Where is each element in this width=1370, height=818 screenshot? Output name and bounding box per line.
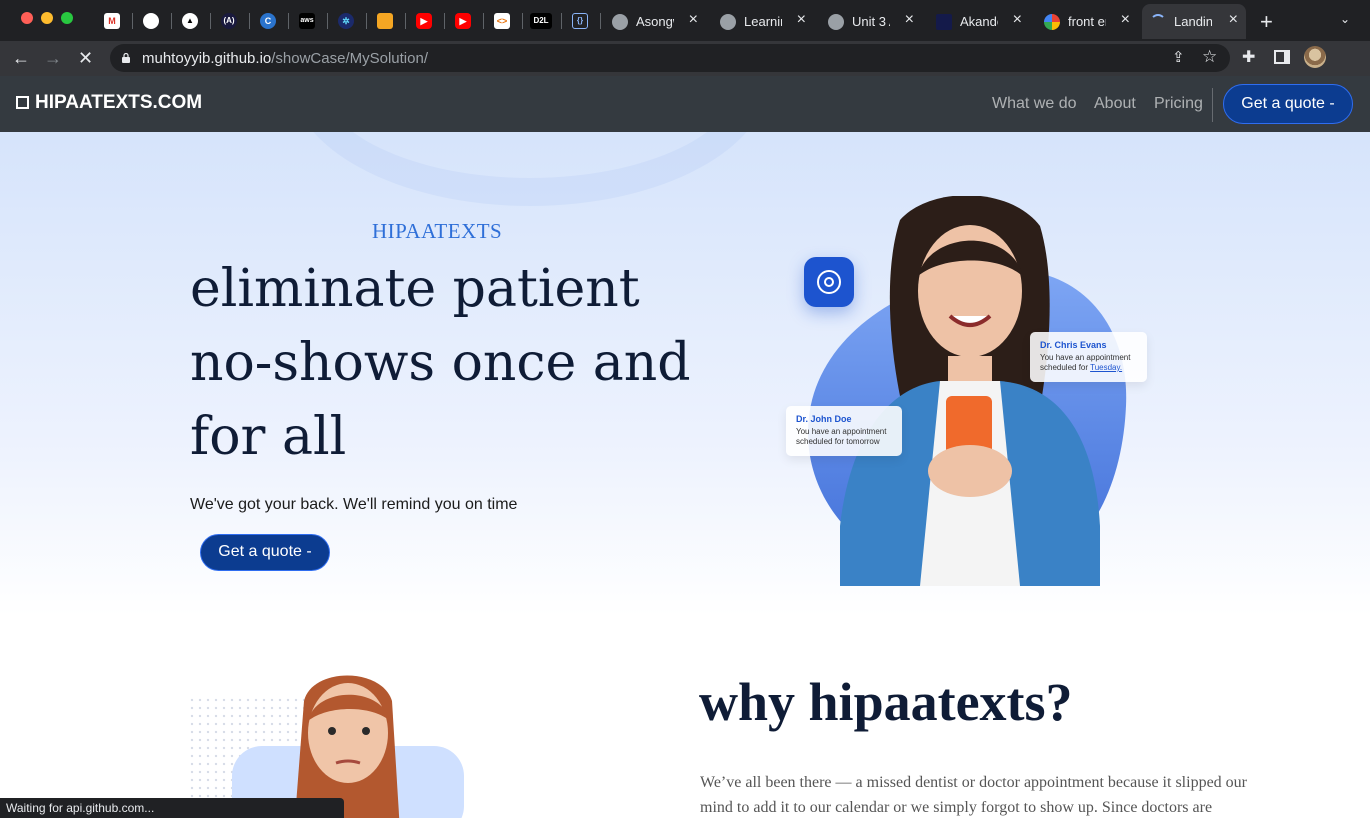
close-icon[interactable]: × [905, 11, 914, 29]
vercel-icon[interactable]: ▲ [182, 13, 198, 29]
globe-icon [828, 14, 844, 30]
nav-link-about[interactable]: About [1094, 95, 1136, 113]
close-icon[interactable]: × [797, 11, 806, 29]
tab-search-chevron-icon[interactable]: ⌄ [1340, 12, 1350, 26]
close-window-button[interactable] [21, 12, 33, 24]
gmail-icon[interactable]: M [104, 13, 120, 29]
nav-link-what-we-do[interactable]: What we do [992, 95, 1076, 113]
why-section-body: We’ve all been there — a missed dentist … [700, 774, 1247, 816]
code-icon[interactable]: {} [572, 13, 588, 29]
site-navbar: HIPAATEXTS.COM What we do About Pricing … [0, 76, 1370, 132]
d2l-icon[interactable]: D2L [530, 13, 552, 29]
square-icon [16, 96, 29, 109]
nav-get-quote-button[interactable]: Get a quote - [1223, 84, 1353, 124]
youtube-icon[interactable]: ▶ [416, 13, 432, 29]
web-page: HIPAATEXTS.COM What we do About Pricing … [0, 76, 1370, 818]
bookmark-star-icon[interactable]: ☆ [1202, 47, 1217, 67]
akande-icon [936, 14, 952, 30]
hero-eyebrow: HIPAATEXTS [372, 219, 503, 243]
close-icon[interactable]: × [1013, 11, 1022, 29]
hero-headline: eliminate patient no-shows once and for … [190, 259, 691, 467]
loading-spinner-icon [1150, 14, 1166, 30]
nav-divider [1212, 88, 1213, 122]
coursera-icon[interactable]: C [260, 13, 276, 29]
share-icon[interactable]: ⇪ [1172, 48, 1185, 68]
forward-arrow-icon[interactable]: → [44, 48, 62, 68]
why-section-title: why hipaatexts? [699, 672, 1073, 732]
hero-subtext: We've got your back. We'll remind you on… [190, 496, 518, 513]
github-icon[interactable] [143, 13, 159, 29]
address-bar[interactable]: muhtoyyib.github.io/showCase/MySolution/… [110, 44, 1230, 72]
new-tab-button[interactable]: + [1260, 9, 1273, 35]
site-brand[interactable]: HIPAATEXTS.COM [16, 92, 202, 114]
app-badge-icon [804, 257, 854, 307]
close-icon[interactable]: × [689, 11, 698, 29]
codewars-icon[interactable]: (A) [221, 13, 237, 29]
extensions-puzzle-icon[interactable]: ✚ [1242, 48, 1255, 68]
close-icon[interactable]: × [1229, 11, 1238, 29]
stop-loading-icon[interactable]: ✕ [78, 48, 93, 68]
close-icon[interactable]: × [1121, 11, 1130, 29]
minimize-window-button[interactable] [41, 12, 53, 24]
confused-woman-image [232, 675, 464, 818]
tab-learning[interactable]: Learnin × [712, 4, 814, 39]
globe-icon [720, 14, 736, 30]
hero-get-quote-button[interactable]: Get a quote - [200, 534, 330, 571]
tab-google-search[interactable]: front en × [1036, 4, 1138, 39]
nav-link-pricing[interactable]: Pricing [1154, 95, 1203, 113]
appointment-card-john-doe: Dr. John Doe You have an appointment sch… [786, 406, 902, 456]
tab-akande[interactable]: Akande × [928, 4, 1030, 39]
tab-landing[interactable]: Landing × [1142, 4, 1246, 39]
lock-icon [122, 53, 130, 63]
tab-asongw[interactable]: Asongw × [604, 4, 706, 39]
maximize-window-button[interactable] [61, 12, 73, 24]
url-text[interactable]: muhtoyyib.github.io/showCase/MySolution/ [142, 50, 428, 67]
side-panel-icon[interactable] [1274, 50, 1290, 64]
tab-unit3[interactable]: Unit 3 A × [820, 4, 922, 39]
appointment-card-chris-evans: Dr. Chris Evans You have an appointment … [1030, 332, 1147, 382]
profile-avatar[interactable] [1304, 46, 1326, 68]
youtube-icon[interactable]: ▶ [455, 13, 471, 29]
package-icon[interactable] [377, 13, 393, 29]
back-arrow-icon[interactable]: ← [12, 48, 30, 68]
globe-icon [612, 14, 628, 30]
google-icon [1044, 14, 1060, 30]
react-icon[interactable]: ✲ [338, 13, 354, 29]
google-colab-icon[interactable]: <> [494, 13, 510, 29]
tab-bar: M ▲ (A) C aws ✲ ▶ ▶ <> D2L {} Asongw × L… [0, 0, 1370, 41]
hero-woman-image [807, 196, 1127, 586]
status-bar: Waiting for api.github.com... [0, 798, 344, 818]
browser-toolbar: ← → ✕ muhtoyyib.github.io/showCase/MySol… [0, 41, 1370, 76]
aws-icon[interactable]: aws [299, 13, 315, 29]
